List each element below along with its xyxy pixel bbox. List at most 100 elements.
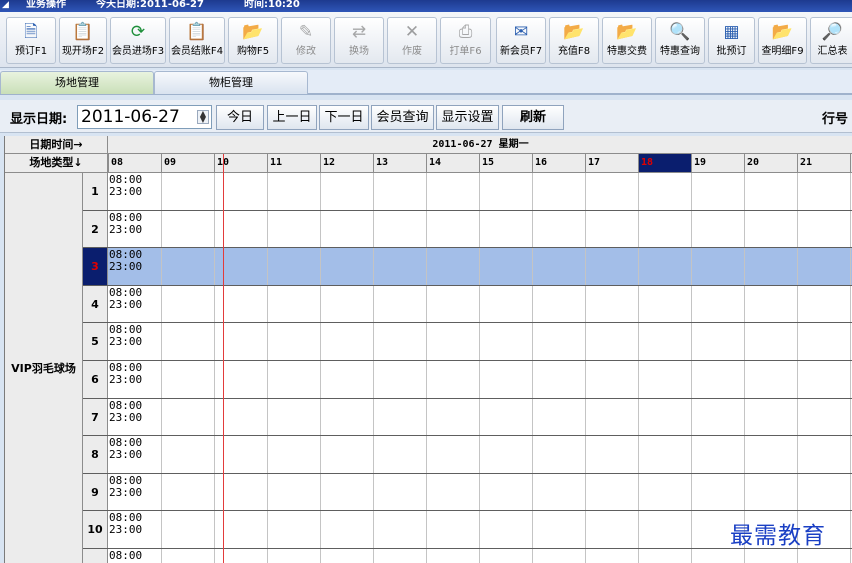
court-number[interactable]: 6 — [83, 361, 108, 398]
time-cells[interactable] — [108, 549, 852, 563]
toolbar-button-1[interactable]: 📋 现开场F2 — [59, 17, 107, 64]
court-row[interactable]: 3 08:00 23:00 — [83, 248, 852, 286]
grid-divider — [267, 436, 268, 473]
clipboard-icon: 📋 — [186, 22, 208, 42]
grid-divider — [532, 549, 533, 563]
toolbar-button-label: 会员进场F3 — [111, 46, 165, 57]
grid-divider — [585, 511, 586, 548]
toolbar-button-8[interactable]: ⎙ 打单F6 — [440, 17, 491, 64]
time-cells[interactable] — [108, 473, 852, 511]
next-day-button[interactable]: 下一日 — [319, 105, 369, 130]
tab-venue-management[interactable]: 场地管理 — [0, 71, 154, 94]
time-cells[interactable] — [108, 361, 852, 398]
court-row[interactable]: 2 08:00 23:00 — [83, 210, 852, 249]
toolbar-button-11[interactable]: 📂 特惠交费 — [602, 17, 652, 64]
court-number[interactable]: 1 — [83, 173, 108, 210]
grid-divider — [320, 248, 321, 285]
court-row[interactable]: 1 08:00 23:00 — [83, 173, 852, 211]
toolbar-button-10[interactable]: 📂 充值F8 — [549, 17, 599, 64]
toolbar-button-4[interactable]: 📂 购物F5 — [228, 17, 278, 64]
court-number[interactable]: 5 — [83, 323, 108, 360]
grid-divider — [797, 436, 798, 473]
toolbar-button-13[interactable]: ▦ 批预订 — [708, 17, 755, 64]
magnifier-icon: 🔎 — [821, 22, 844, 42]
grid-divider — [532, 248, 533, 285]
tab-locker-management[interactable]: 物柜管理 — [154, 71, 308, 94]
grid-divider — [161, 173, 162, 210]
grid-divider — [797, 173, 798, 210]
refresh-button[interactable]: 刷新 — [502, 105, 564, 130]
court-row[interactable]: 7 08:00 23:00 — [83, 398, 852, 437]
time-cells[interactable] — [108, 173, 852, 210]
grid-divider — [267, 473, 268, 511]
court-row[interactable]: 5 08:00 23:00 — [83, 323, 852, 361]
display-settings-button[interactable]: 显示设置 — [436, 105, 499, 130]
date-picker[interactable]: 2011-06-27 ▲ ▼ — [77, 105, 212, 129]
grid-divider — [267, 173, 268, 210]
time-cells[interactable] — [108, 248, 852, 285]
today-button[interactable]: 今日 — [216, 105, 264, 130]
grid-divider — [214, 173, 215, 210]
time-cells[interactable] — [108, 285, 852, 323]
prev-day-button[interactable]: 上一日 — [267, 105, 317, 130]
court-number[interactable]: 3 — [83, 248, 108, 285]
court-end-time: 23:00 — [109, 485, 143, 499]
hour-header: 19 — [691, 154, 744, 172]
spinner-icon[interactable]: ▲ ▼ — [197, 110, 209, 124]
grid-divider — [691, 173, 692, 210]
grid-divider — [744, 361, 745, 398]
grid-divider — [373, 511, 374, 548]
time-cells[interactable] — [108, 210, 852, 248]
court-number[interactable]: 2 — [83, 210, 108, 248]
court-row[interactable]: 4 08:00 23:00 — [83, 285, 852, 324]
grid-divider — [267, 398, 268, 436]
hour-header: 13 — [373, 154, 426, 172]
time-cells[interactable] — [108, 398, 852, 436]
court-number[interactable]: 10 — [83, 511, 108, 548]
toolbar-button-12[interactable]: 🔍 特惠查询 — [655, 17, 705, 64]
member-query-button[interactable]: 会员查询 — [371, 105, 434, 130]
toolbar-button-label: 批预订 — [716, 46, 747, 57]
grid-divider — [850, 210, 851, 248]
court-number[interactable]: 11 — [83, 549, 108, 563]
grid-divider — [320, 361, 321, 398]
grid-divider — [267, 511, 268, 548]
toolbar-button-label: 特惠查询 — [660, 46, 700, 57]
toolbar: 🗎 预订F1 📋 现开场F2 ⟳ 会员进场F3 📋 会员结账F4 📂 购物F5 ✎ 修改 ⇄ 换场 ✕ 作废 ⎙… — [0, 12, 852, 68]
toolbar-button-2[interactable]: ⟳ 会员进场F3 — [110, 17, 166, 64]
toolbar-button-9[interactable]: ✉ 新会员F7 — [496, 17, 546, 64]
grid-divider — [479, 549, 480, 563]
court-number[interactable]: 4 — [83, 285, 108, 323]
toolbar-button-label: 查明细F9 — [761, 46, 804, 57]
court-row[interactable]: 1108:00 — [83, 549, 852, 563]
toolbar-button-6[interactable]: ⇄ 换场 — [334, 17, 384, 64]
folder-icon: 📂 — [771, 22, 794, 42]
court-number[interactable]: 8 — [83, 436, 108, 473]
court-row[interactable]: 9 08:00 23:00 — [83, 473, 852, 512]
folder-icon: 📂 — [563, 22, 585, 42]
grid-divider — [320, 398, 321, 436]
toolbar-button-5[interactable]: ✎ 修改 — [281, 17, 331, 64]
toolbar-button-14[interactable]: 📂 查明细F9 — [758, 17, 807, 64]
grid-divider — [797, 549, 798, 563]
venue-type-row-label: 场地类型↓ — [5, 154, 108, 173]
grid-divider — [267, 323, 268, 360]
grid-divider — [426, 436, 427, 473]
menu-title[interactable]: 业务操作 — [26, 0, 66, 10]
toolbar-button-7[interactable]: ✕ 作废 — [387, 17, 437, 64]
toolbar-button-3[interactable]: 📋 会员结账F4 — [169, 17, 225, 64]
court-number[interactable]: 7 — [83, 398, 108, 436]
time-cells[interactable] — [108, 436, 852, 473]
time-cells[interactable] — [108, 323, 852, 360]
grid-divider — [744, 398, 745, 436]
court-row[interactable]: 8 08:00 23:00 — [83, 436, 852, 474]
court-row[interactable]: 6 08:00 23:00 — [83, 361, 852, 399]
grid-divider — [320, 549, 321, 563]
court-number[interactable]: 9 — [83, 473, 108, 511]
grid-divider — [638, 473, 639, 511]
grid-divider — [532, 511, 533, 548]
toolbar-button-15[interactable]: 🔎 汇总表 — [810, 17, 852, 64]
hour-header: 12 — [320, 154, 373, 172]
grid-divider — [532, 323, 533, 360]
toolbar-button-0[interactable]: 🗎 预订F1 — [6, 17, 56, 64]
